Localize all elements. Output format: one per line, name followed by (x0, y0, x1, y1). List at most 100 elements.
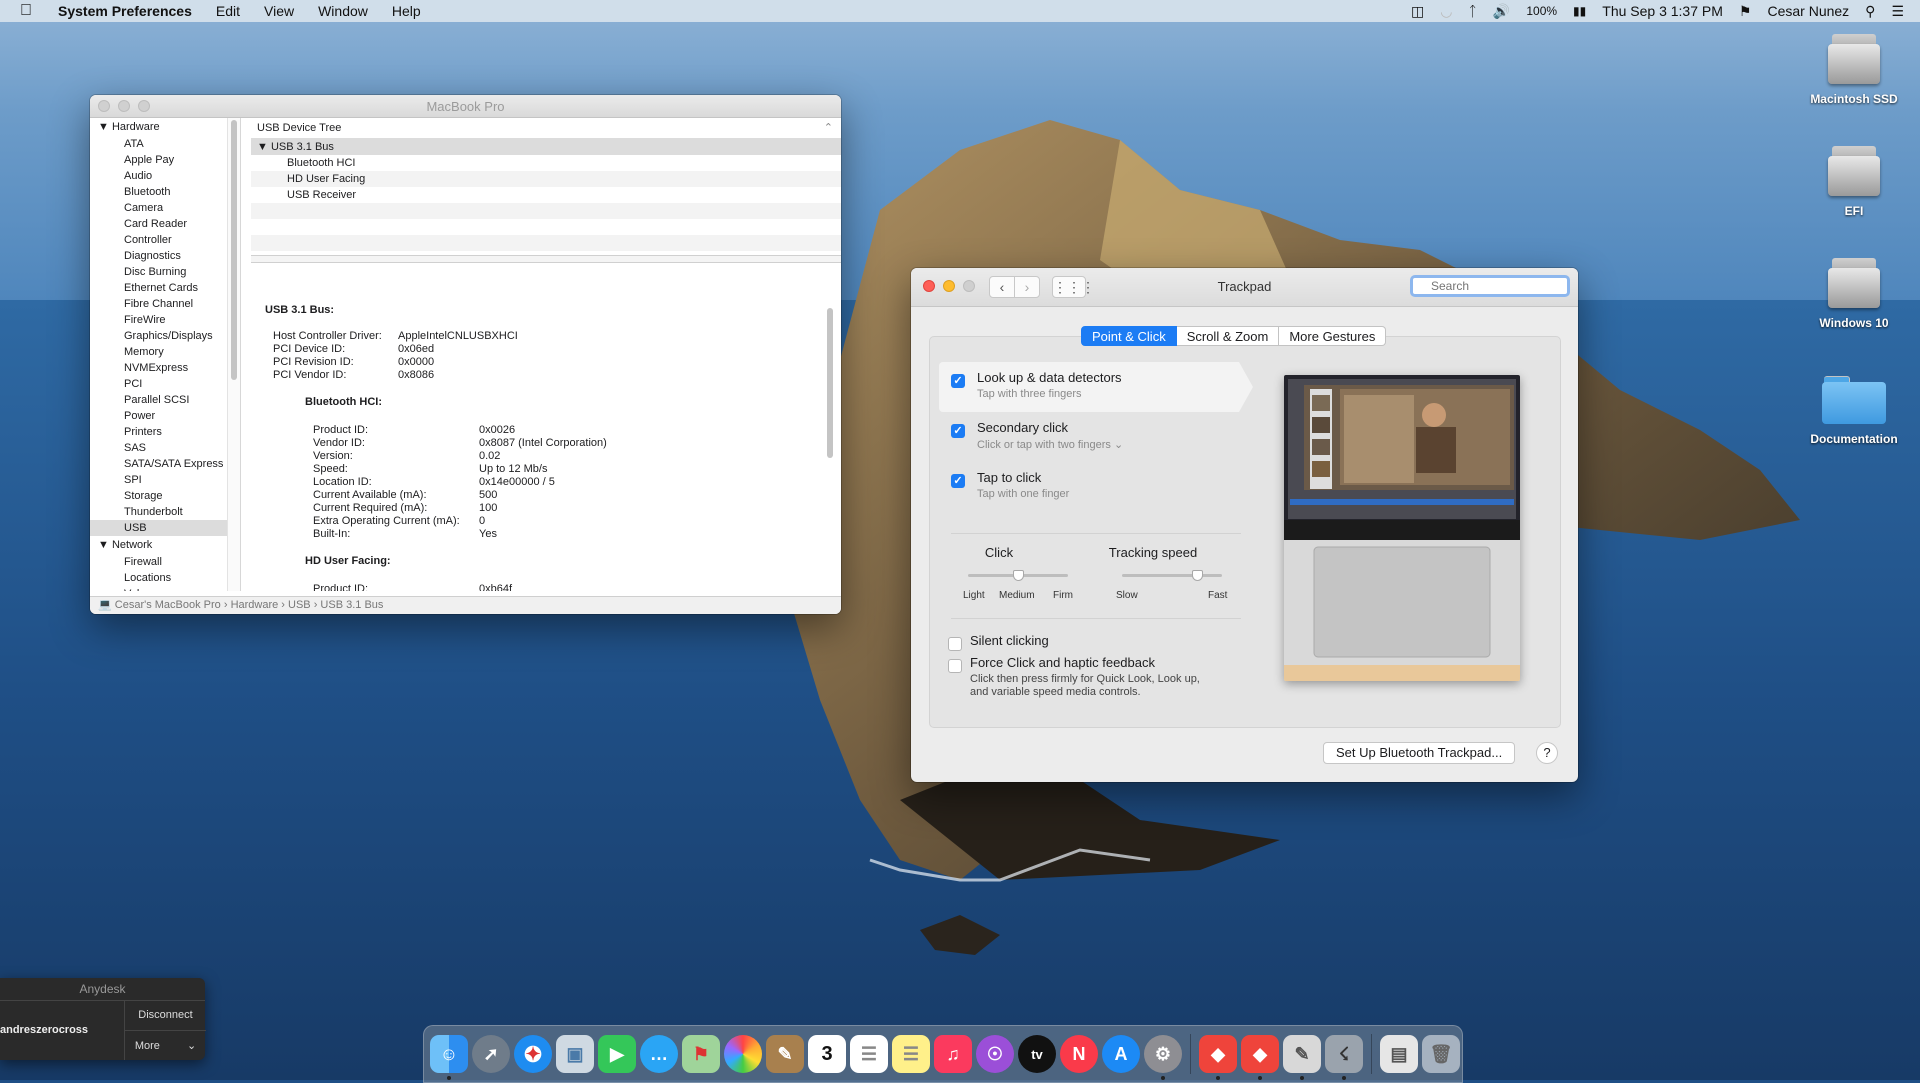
sidebar-item[interactable]: Diagnostics (90, 248, 240, 264)
system-preferences-icon[interactable]: ⚙ (1144, 1035, 1182, 1080)
sidebar-item[interactable]: USB (90, 520, 240, 536)
click-slider-knob[interactable] (1013, 570, 1024, 581)
option-hint-dropdown[interactable]: Click or tap with two fingers ⌄ (977, 438, 1123, 451)
bluetooth-icon[interactable]: ᛏ (1461, 3, 1485, 19)
messages-icon[interactable]: … (640, 1035, 678, 1073)
wifi-icon[interactable]: ◡ (1432, 3, 1460, 20)
notification-center-icon[interactable]: ☰ (1883, 3, 1912, 20)
tree-row[interactable]: HD User Facing (251, 171, 841, 187)
sidebar-item[interactable]: Controller (90, 232, 240, 248)
window-titlebar[interactable]: MacBook Pro (90, 95, 841, 118)
desktop-icon-macintosh-ssd[interactable]: Macintosh SSD (1799, 30, 1909, 106)
tracking-slider-track[interactable] (1122, 574, 1222, 577)
flag-icon[interactable]: ⚑ (1731, 3, 1760, 20)
scrollbar-thumb[interactable] (231, 120, 237, 380)
script-editor-icon[interactable]: ✎ (1283, 1035, 1321, 1080)
volume-icon[interactable]: 🔊 (1485, 3, 1518, 20)
tab-point-click[interactable]: Point & Click (1081, 326, 1177, 346)
maps-icon[interactable]: ⚑ (682, 1035, 720, 1073)
user-menu[interactable]: Cesar Nunez (1759, 3, 1857, 19)
sidebar-item[interactable]: FireWire (90, 312, 240, 328)
checkbox-silent-clicking[interactable] (948, 637, 962, 651)
checkbox-tap-to-click[interactable]: ✓ (951, 474, 965, 488)
sidebar-item[interactable]: Fibre Channel (90, 296, 240, 312)
trash-icon[interactable]: 🗑 (1422, 1035, 1460, 1073)
tab-scroll-zoom[interactable]: Scroll & Zoom (1176, 326, 1280, 346)
sidebar-item[interactable]: SPI (90, 472, 240, 488)
tv-icon[interactable]: tv (1018, 1035, 1056, 1073)
finder-icon[interactable]: ☺ (430, 1035, 468, 1080)
sidebar-item[interactable]: Parallel SCSI (90, 392, 240, 408)
disconnect-button[interactable]: Disconnect (125, 1000, 206, 1031)
disclosure-triangle-icon[interactable]: ▼ (257, 141, 268, 153)
notes-icon[interactable]: ✎ (766, 1035, 804, 1073)
stickies-icon[interactable]: ☰ (892, 1035, 930, 1073)
sidebar-item[interactable]: Disc Burning (90, 264, 240, 280)
sidebar-item[interactable]: SATA/SATA Express (90, 456, 240, 472)
disclosure-triangle-icon[interactable]: ▼ (98, 121, 109, 133)
photos-icon[interactable] (724, 1035, 762, 1073)
sidebar-item[interactable]: Printers (90, 424, 240, 440)
menu-help[interactable]: Help (380, 3, 433, 19)
battery-percent[interactable]: 100% (1518, 4, 1565, 18)
sidebar-item[interactable]: Volumes (90, 586, 240, 591)
app-store-icon[interactable]: A (1102, 1035, 1140, 1073)
desktop-icon-efi[interactable]: EFI (1799, 142, 1909, 218)
clock[interactable]: Thu Sep 3 1:37 PM (1594, 3, 1731, 19)
window-toolbar[interactable]: ‹ › ⋮⋮⋮ Trackpad ⚲ (911, 268, 1578, 307)
preview-icon[interactable]: ▣ (556, 1035, 594, 1073)
setup-bluetooth-trackpad-button[interactable]: Set Up Bluetooth Trackpad... (1323, 742, 1516, 764)
split-divider[interactable] (251, 255, 841, 263)
facetime-icon[interactable]: ▶ (598, 1035, 636, 1073)
menu-window[interactable]: Window (306, 3, 380, 19)
safari-icon[interactable]: ✦ (514, 1035, 552, 1073)
sidebar-item[interactable]: PCI (90, 376, 240, 392)
anydesk-title[interactable]: Anydesk (0, 978, 205, 1001)
tree-row[interactable]: Bluetooth HCI (251, 155, 841, 171)
detail-scrollbar-thumb[interactable] (827, 308, 833, 458)
activity-monitor-icon[interactable]: ◫ (1403, 3, 1432, 20)
sidebar-item[interactable]: Locations (90, 570, 240, 586)
chevron-down-icon[interactable]: ⌄ (1114, 439, 1123, 451)
disclosure-triangle-icon[interactable]: ▼ (98, 539, 109, 551)
app-menu[interactable]: System Preferences (46, 3, 204, 19)
sidebar-item[interactable]: Firewall (90, 554, 240, 570)
sidebar-group-hardware[interactable]: ▼ Hardware (90, 118, 240, 136)
help-button[interactable]: ? (1536, 742, 1558, 764)
sidebar-item[interactable]: Graphics/Displays (90, 328, 240, 344)
sidebar-item[interactable]: ATA (90, 136, 240, 152)
sidebar-item[interactable]: Bluetooth (90, 184, 240, 200)
desktop-icon-documentation[interactable]: Documentation (1799, 368, 1909, 446)
sidebar-item[interactable]: Apple Pay (90, 152, 240, 168)
anydesk-alt-icon[interactable]: ◆ (1241, 1035, 1279, 1080)
news-icon[interactable]: N (1060, 1035, 1098, 1073)
sidebar-item[interactable]: Camera (90, 200, 240, 216)
battery-icon[interactable]: ▮▮ (1565, 4, 1594, 18)
launchpad-icon[interactable]: ➚ (472, 1035, 510, 1073)
tracking-slider-knob[interactable] (1192, 570, 1203, 581)
spotlight-icon[interactable]: ⚲ (1857, 3, 1883, 20)
podcasts-icon[interactable]: ☉ (976, 1035, 1014, 1073)
sidebar-item[interactable]: Power (90, 408, 240, 424)
sidebar-item[interactable]: Thunderbolt (90, 504, 240, 520)
menu-view[interactable]: View (252, 3, 306, 19)
checkbox-look-up[interactable]: ✓ (951, 374, 965, 388)
apple-menu-icon[interactable]:  (0, 2, 46, 20)
music-icon[interactable]: ♫ (934, 1035, 972, 1073)
tree-header[interactable]: USB Device Tree ⌃ (251, 118, 841, 139)
sidebar-group-network[interactable]: ▼ Network (90, 536, 240, 554)
more-button[interactable]: More ⌄ (125, 1031, 206, 1061)
minimize-button[interactable] (118, 100, 130, 112)
tab-more-gestures[interactable]: More Gestures (1279, 326, 1387, 346)
anydesk-icon[interactable]: ◆ (1199, 1035, 1237, 1080)
sidebar-item[interactable]: Memory (90, 344, 240, 360)
search-input[interactable] (1410, 275, 1570, 297)
sidebar-item[interactable]: SAS (90, 440, 240, 456)
tree-row[interactable]: USB Receiver (251, 187, 841, 203)
sidebar-item[interactable]: NVMExpress (90, 360, 240, 376)
zoom-button[interactable] (138, 100, 150, 112)
sidebar-item[interactable]: Storage (90, 488, 240, 504)
desktop-icon-windows-10[interactable]: Windows 10 (1799, 254, 1909, 330)
sidebar-item[interactable]: Card Reader (90, 216, 240, 232)
checkbox-force-click[interactable] (948, 659, 962, 673)
